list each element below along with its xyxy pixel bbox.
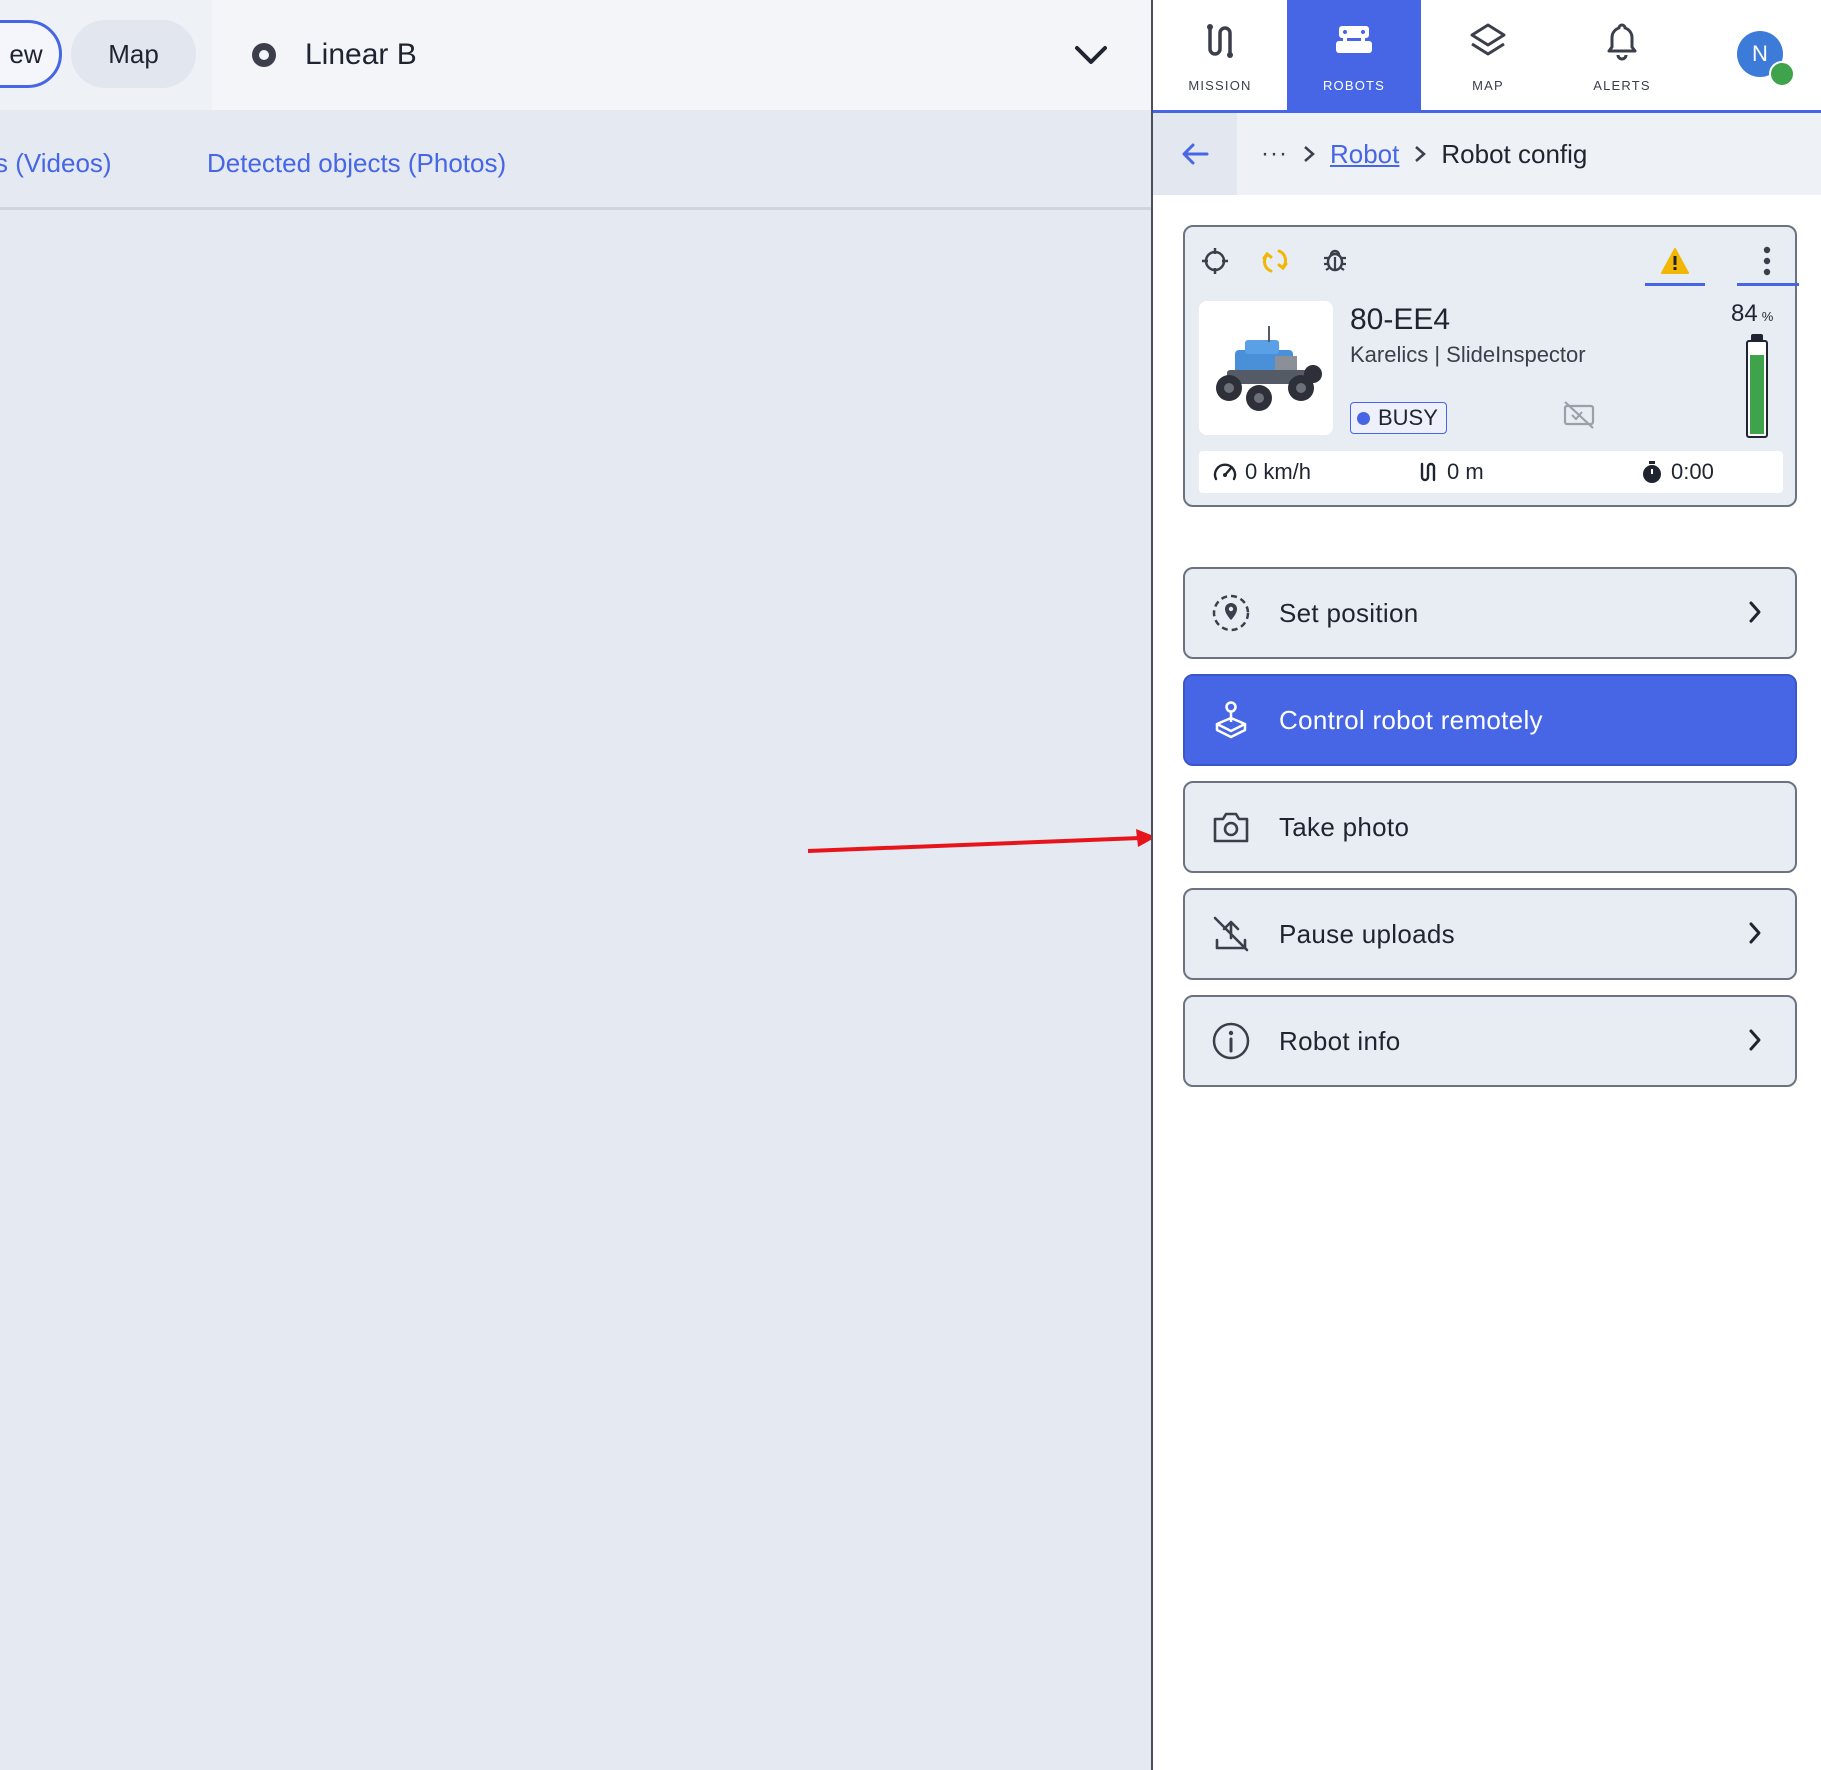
annotation-arrow-icon: [807, 829, 1156, 853]
pause-uploads-label: Pause uploads: [1279, 918, 1455, 949]
back-button[interactable]: [1153, 113, 1237, 195]
set-position-button[interactable]: Set position: [1183, 567, 1797, 659]
breadcrumb-current: Robot config: [1441, 138, 1588, 169]
take-photo-label: Take photo: [1279, 811, 1410, 842]
nav-mission[interactable]: MISSION: [1153, 0, 1287, 110]
control-robot-remotely-button[interactable]: Control robot remotely: [1183, 674, 1797, 766]
robot-image: [1199, 301, 1333, 435]
tab-videos[interactable]: s (Videos): [0, 148, 112, 179]
media-tabs: s (Videos) Detected objects (Photos): [0, 110, 1151, 210]
nav-alerts-label: ALERTS: [1593, 78, 1651, 93]
robot-card[interactable]: 80-EE4 Karelics | SlideInspector BUSY 84…: [1183, 225, 1799, 507]
distance-stat: 0 m: [1417, 451, 1484, 493]
sync-icon[interactable]: [1259, 245, 1291, 277]
warning-icon[interactable]: [1659, 245, 1691, 277]
control-robot-remotely-label: Control robot remotely: [1279, 704, 1543, 735]
duration-stat: 0:00: [1641, 451, 1714, 493]
speed-value: 0 km/h: [1245, 459, 1312, 484]
pause-uploads-button[interactable]: Pause uploads: [1183, 888, 1797, 980]
video-off-icon: [1563, 401, 1595, 429]
robot-info-button[interactable]: Robot info: [1183, 995, 1797, 1087]
robot-stats: 0 km/h 0 m 0:00: [1199, 451, 1783, 493]
battery-percent: 84%: [1731, 300, 1773, 328]
layers-icon: [1470, 23, 1506, 56]
battery-unit: %: [1761, 309, 1774, 324]
warning-tab-indicator: [1645, 283, 1705, 286]
speed-stat: 0 km/h: [1213, 451, 1311, 493]
status-dot: [1357, 411, 1370, 425]
battery-icon: [1746, 340, 1768, 438]
robot-icon: [1336, 26, 1372, 53]
nav-mission-label: MISSION: [1188, 78, 1252, 93]
camera-icon: [1213, 812, 1249, 843]
status-badge-label: BUSY: [1378, 405, 1438, 430]
location-target-icon: [1212, 594, 1250, 632]
breadcrumb-ellipsis[interactable]: ···: [1261, 140, 1288, 168]
breadcrumb-robot-link[interactable]: Robot: [1330, 139, 1399, 170]
upload-off-icon: [1213, 916, 1249, 952]
chevron-right-icon: [1749, 922, 1761, 944]
breadcrumb: ··· Robot Robot config: [1153, 113, 1821, 195]
route-icon: [1207, 24, 1233, 58]
chevron-right-icon: [1415, 146, 1427, 162]
crosshair-icon[interactable]: [1199, 245, 1231, 277]
chevron-right-icon: [1749, 1029, 1761, 1051]
chevron-right-icon: [1304, 146, 1315, 162]
bell-icon: [1607, 23, 1637, 61]
duration-value: 0:00: [1671, 459, 1714, 484]
top-bar: ew Map Linear B: [0, 0, 1151, 113]
chevron-down-icon[interactable]: [1071, 35, 1111, 75]
view-toggle-button[interactable]: ew: [0, 20, 62, 88]
set-position-label: Set position: [1279, 597, 1419, 628]
site-selector-value: Linear B: [305, 38, 417, 71]
nav-map-label: MAP: [1472, 78, 1504, 93]
joystick-icon: [1215, 701, 1247, 739]
battery-fill: [1750, 355, 1764, 434]
robot-subtitle: Karelics | SlideInspector: [1350, 342, 1586, 367]
route-icon: [1420, 462, 1436, 482]
robot-info-label: Robot info: [1279, 1025, 1401, 1056]
status-badge: BUSY: [1350, 402, 1447, 434]
online-status-dot: [1769, 61, 1795, 87]
nav-robots[interactable]: ROBOTS: [1287, 0, 1421, 110]
distance-value: 0 m: [1447, 459, 1484, 484]
bug-icon[interactable]: [1319, 245, 1351, 277]
stopwatch-icon: [1643, 461, 1661, 483]
info-icon: [1212, 1022, 1250, 1060]
nav-alerts[interactable]: ALERTS: [1555, 0, 1689, 110]
nav-map[interactable]: MAP: [1421, 0, 1555, 110]
battery-value: 84: [1731, 300, 1758, 327]
map-toggle-button[interactable]: Map: [71, 20, 196, 88]
robot-side-panel: MISSION ROBOTS MAP ALERTS N ··· Robot Ro…: [1151, 0, 1821, 1770]
nav-robots-label: ROBOTS: [1322, 78, 1386, 93]
more-vertical-icon[interactable]: [1751, 245, 1783, 277]
main-nav: MISSION ROBOTS MAP ALERTS N: [1153, 0, 1821, 113]
radio-icon: [252, 43, 276, 67]
tab-detected-objects-photos[interactable]: Detected objects (Photos): [207, 148, 506, 179]
robot-name: 80-EE4: [1350, 303, 1451, 336]
speedometer-icon: [1213, 463, 1237, 481]
arrow-left-icon: [1182, 143, 1209, 165]
take-photo-button[interactable]: Take photo: [1183, 781, 1797, 873]
more-tab-indicator: [1737, 283, 1799, 286]
site-selector[interactable]: Linear B: [212, 0, 1151, 110]
chevron-right-icon: [1749, 601, 1761, 623]
